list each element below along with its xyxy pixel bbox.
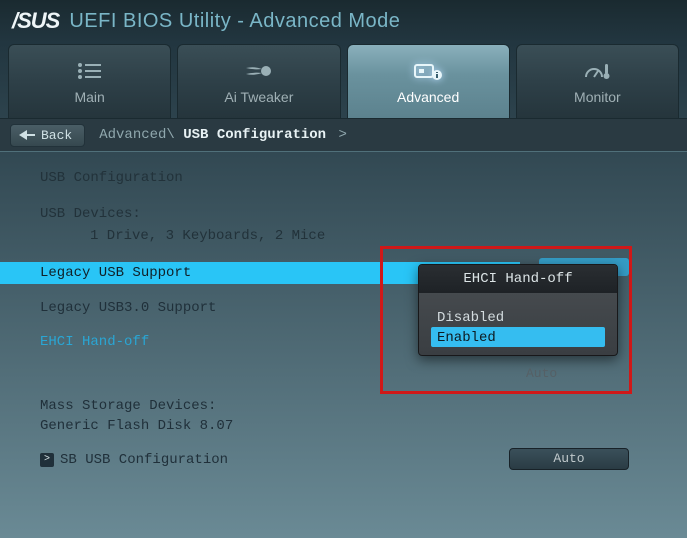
arrow-left-icon: [19, 130, 27, 140]
header-bar: /SUS UEFI BIOS Utility - Advanced Mode: [0, 0, 687, 40]
list-icon: [77, 59, 103, 83]
mass-storage-value: Generic Flash Disk 8.07: [0, 416, 687, 436]
section-title: USB Configuration: [0, 168, 687, 188]
usb-devices-label: USB Devices:: [0, 204, 687, 224]
breadcrumb: Advanced\ USB Configuration >: [99, 127, 347, 143]
popup-option-disabled[interactable]: Disabled: [431, 307, 605, 327]
tab-label: Monitor: [574, 89, 621, 105]
breadcrumb-root: Advanced\: [99, 127, 175, 143]
breadcrumb-current: USB Configuration: [183, 127, 326, 143]
submenu-label: SB USB Configuration: [60, 450, 228, 470]
ghost-auto-label: Auto: [526, 366, 557, 381]
comet-icon: [244, 59, 274, 83]
back-button[interactable]: Back: [10, 124, 85, 147]
tab-label: Ai Tweaker: [224, 89, 293, 105]
tab-bar: Main Ai Tweaker Advanced Monitor: [0, 40, 687, 118]
chip-info-icon: [413, 59, 443, 83]
tab-ai-tweaker[interactable]: Ai Tweaker: [177, 44, 340, 118]
tab-monitor[interactable]: Monitor: [516, 44, 679, 118]
usb-devices-value: 1 Drive, 3 Keyboards, 2 Mice: [0, 226, 687, 246]
tab-label: Advanced: [397, 89, 459, 105]
chevron-right-icon: >: [40, 453, 54, 467]
mass-storage-label: Mass Storage Devices:: [0, 396, 687, 416]
tab-advanced[interactable]: Advanced: [347, 44, 510, 118]
tab-label: Main: [74, 89, 104, 105]
popup-option-enabled[interactable]: Enabled: [431, 327, 605, 347]
sub-header: Back Advanced\ USB Configuration >: [0, 118, 687, 152]
gauge-thermometer-icon: [582, 59, 612, 83]
app-title: UEFI BIOS Utility - Advanced Mode: [69, 10, 400, 33]
brand-logo: /SUS: [12, 8, 59, 34]
tab-main[interactable]: Main: [8, 44, 171, 118]
ehci-popup: EHCI Hand-off Disabled Enabled: [418, 264, 618, 356]
value-auto-button[interactable]: Auto: [509, 448, 629, 470]
popup-title: EHCI Hand-off: [419, 265, 617, 293]
breadcrumb-separator: >: [338, 127, 346, 143]
back-label: Back: [41, 128, 72, 143]
